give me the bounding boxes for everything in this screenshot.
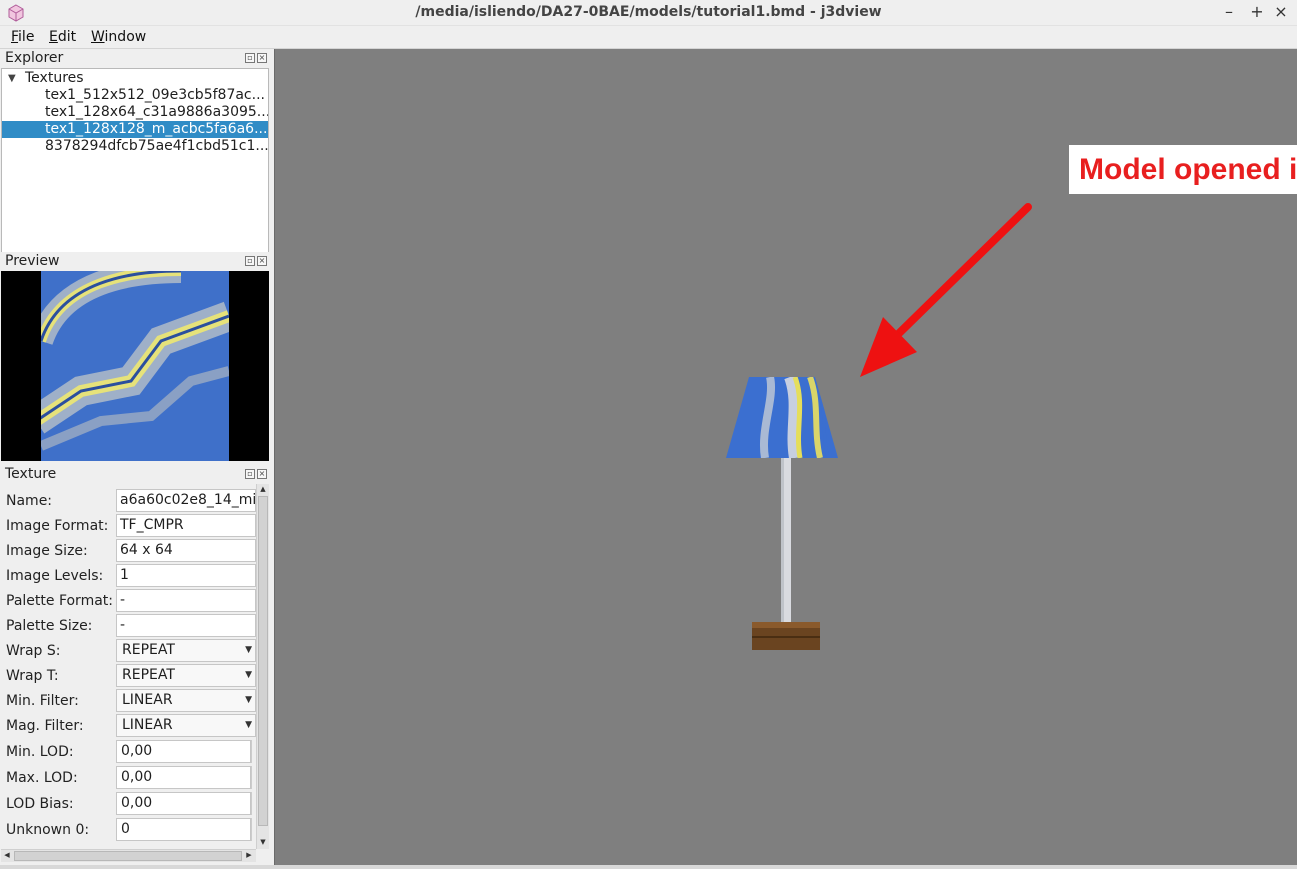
explorer-header: Explorer ▫ × [0,49,270,68]
unknown0-row: Unknown 0: 0 [1,817,257,842]
image-size-field[interactable]: 64 x 64 [116,539,256,562]
preview-dock: Preview ▫ × [0,252,270,462]
minimize-button[interactable]: – [1219,2,1239,22]
explorer-title: Explorer [5,50,64,66]
min-filter-row: Min. Filter: LINEAR ▼ [1,688,256,713]
lamp-model [726,377,838,650]
tree-item-selected[interactable]: tex1_128x128_m_acbc5fa6a6... [2,121,268,138]
preview-header: Preview ▫ × [0,252,270,271]
chevron-down-icon: ▼ [245,645,252,655]
palette-size-field[interactable]: - [116,614,256,637]
title-bar: /media/isliendo/DA27-0BAE/models/tutoria… [0,0,1297,26]
scroll-up-icon[interactable]: ▲ [257,484,269,495]
vertical-scrollbar[interactable]: ▲ ▼ [256,484,269,849]
min-filter-select[interactable]: LINEAR ▼ [116,689,256,712]
max-lod-row: Max. LOD: 0,00 [1,765,257,790]
float-icon[interactable]: ▫ [245,256,255,266]
chevron-down-icon: ▼ [245,720,252,730]
float-icon[interactable]: ▫ [245,53,255,63]
scroll-down-icon[interactable]: ▼ [257,837,269,848]
menu-file[interactable]: File [11,29,34,45]
wrap-t-select[interactable]: REPEAT ▼ [116,664,256,687]
unknown0-spinbox[interactable]: 0 [116,818,251,841]
image-format-row: Image Format: TF_CMPR [1,513,256,538]
menu-bar: File Edit Window [0,26,1297,49]
wrap-s-row: Wrap S: REPEAT ▼ [1,638,256,663]
scroll-left-icon[interactable]: ◀ [1,850,13,861]
scroll-thumb[interactable] [258,496,268,826]
tree-item[interactable]: 8378294dfcb75ae4f1cbd51c1... [2,138,268,155]
arrow-icon [860,203,1032,377]
wrap-t-row: Wrap T: REPEAT ▼ [1,663,256,688]
close-icon[interactable]: × [257,53,267,63]
wrap-s-select[interactable]: REPEAT ▼ [116,639,256,662]
name-field[interactable]: a6a60c02e8_14_mip [116,489,256,512]
mag-filter-select[interactable]: LINEAR ▼ [116,714,256,737]
preview-area [1,271,269,461]
mag-filter-row: Mag. Filter: LINEAR ▼ [1,713,256,738]
palette-size-row: Palette Size: - [1,613,256,638]
menu-window[interactable]: Window [91,29,146,45]
tree-item[interactable]: tex1_128x64_c31a9886a3095... [2,104,268,121]
maximize-button[interactable]: + [1247,2,1267,22]
float-icon[interactable]: ▫ [245,469,255,479]
explorer-dock: Explorer ▫ × ▼ Textures tex1_512x512_09e… [0,49,270,294]
texture-properties: Name: a6a60c02e8_14_mip Image Format: TF… [1,484,269,864]
menu-edit[interactable]: Edit [49,29,76,45]
image-size-row: Image Size: 64 x 64 [1,538,256,563]
palette-format-row: Palette Format: - [1,588,256,613]
texture-dock: Texture ▫ × Name: a6a60c02e8_14_mip Imag… [0,465,270,865]
scroll-thumb[interactable] [14,851,242,861]
palette-format-field[interactable]: - [116,589,256,612]
annotation-callout: Model opened in [1069,145,1297,194]
chevron-down-icon: ▼ [245,695,252,705]
tree-item[interactable]: tex1_512x512_09e3cb5f87ac... [2,87,268,104]
name-row: Name: a6a60c02e8_14_mip [1,488,256,513]
close-icon[interactable]: × [257,469,267,479]
min-lod-spinbox[interactable]: 0,00 [116,740,251,763]
scroll-right-icon[interactable]: ▶ [243,850,255,861]
window-title: /media/isliendo/DA27-0BAE/models/tutoria… [415,4,882,20]
image-levels-row: Image Levels: 1 [1,563,256,588]
texture-preview [41,271,229,461]
annotation-text: Model opened in [1079,153,1297,186]
chevron-down-icon[interactable]: ▼ [8,70,16,87]
min-lod-row: Min. LOD: 0,00 [1,739,257,764]
tree-root-textures[interactable]: ▼ Textures [2,70,268,87]
max-lod-spinbox[interactable]: 0,00 [116,766,251,789]
lod-bias-row: LOD Bias: 0,00 [1,791,257,816]
close-icon[interactable]: × [257,256,267,266]
texture-header: Texture ▫ × [0,465,270,484]
image-format-field[interactable]: TF_CMPR [116,514,256,537]
chevron-down-icon: ▼ [245,670,252,680]
close-button[interactable]: × [1271,2,1291,22]
status-bar [0,865,1297,869]
texture-title: Texture [5,466,57,482]
horizontal-scrollbar[interactable]: ◀ ▶ [1,849,256,862]
image-levels-field[interactable]: 1 [116,564,256,587]
lod-bias-spinbox[interactable]: 0,00 [116,792,251,815]
preview-title: Preview [5,253,60,269]
